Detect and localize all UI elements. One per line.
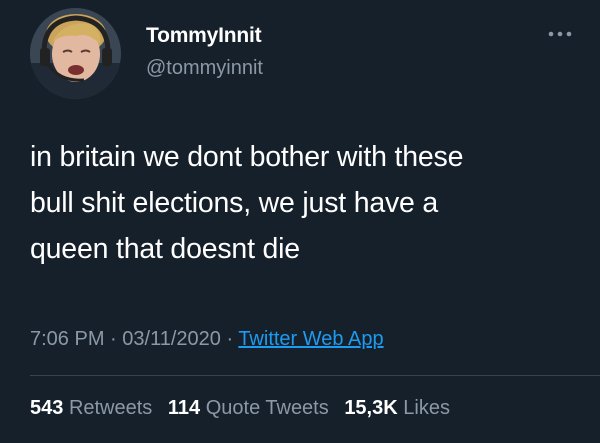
user-handle[interactable]: @tommyinnit [146,57,263,80]
quote-tweets-stat[interactable]: 114 Quote Tweets [168,397,329,419]
tweet-card: TommyInnit @tommyinnit in britain we don… [0,0,600,443]
tweet-date[interactable]: 03/11/2020 [122,328,221,350]
tweet-time[interactable]: 7:06 PM [30,328,104,350]
likes-stat[interactable]: 15,3K Likes [344,397,450,419]
likes-label: Likes [403,397,450,419]
retweets-stat[interactable]: 543 Retweets [30,397,152,419]
tweet-text-line: queen that doesnt die [30,233,300,265]
meta-separator: · [220,328,239,350]
avatar-photo-icon [30,8,121,99]
meta-separator: · [104,328,123,350]
quote-tweets-label: Quote Tweets [205,397,329,419]
tweet-stats: 543 Retweets 114 Quote Tweets 15,3K Like… [30,397,460,420]
tweet-meta: 7:06 PM · 03/11/2020 · Twitter Web App [30,328,384,351]
quote-tweets-count: 114 [167,397,201,419]
likes-count: 15,3K [344,397,398,419]
more-options-icon[interactable] [545,26,575,42]
tweet-text-line: bull shit elections, we just have a [30,187,439,219]
retweets-label: Retweets [68,397,153,419]
display-name[interactable]: TommyInnit [146,24,262,48]
avatar[interactable] [30,8,121,99]
retweets-count: 543 [30,397,64,419]
tweet-text: in britain we dont bother with these bul… [30,134,590,272]
tweet-text-line: in britain we dont bother with these [30,141,464,173]
tweet-source-link[interactable]: Twitter Web App [238,328,383,350]
divider [30,375,600,376]
